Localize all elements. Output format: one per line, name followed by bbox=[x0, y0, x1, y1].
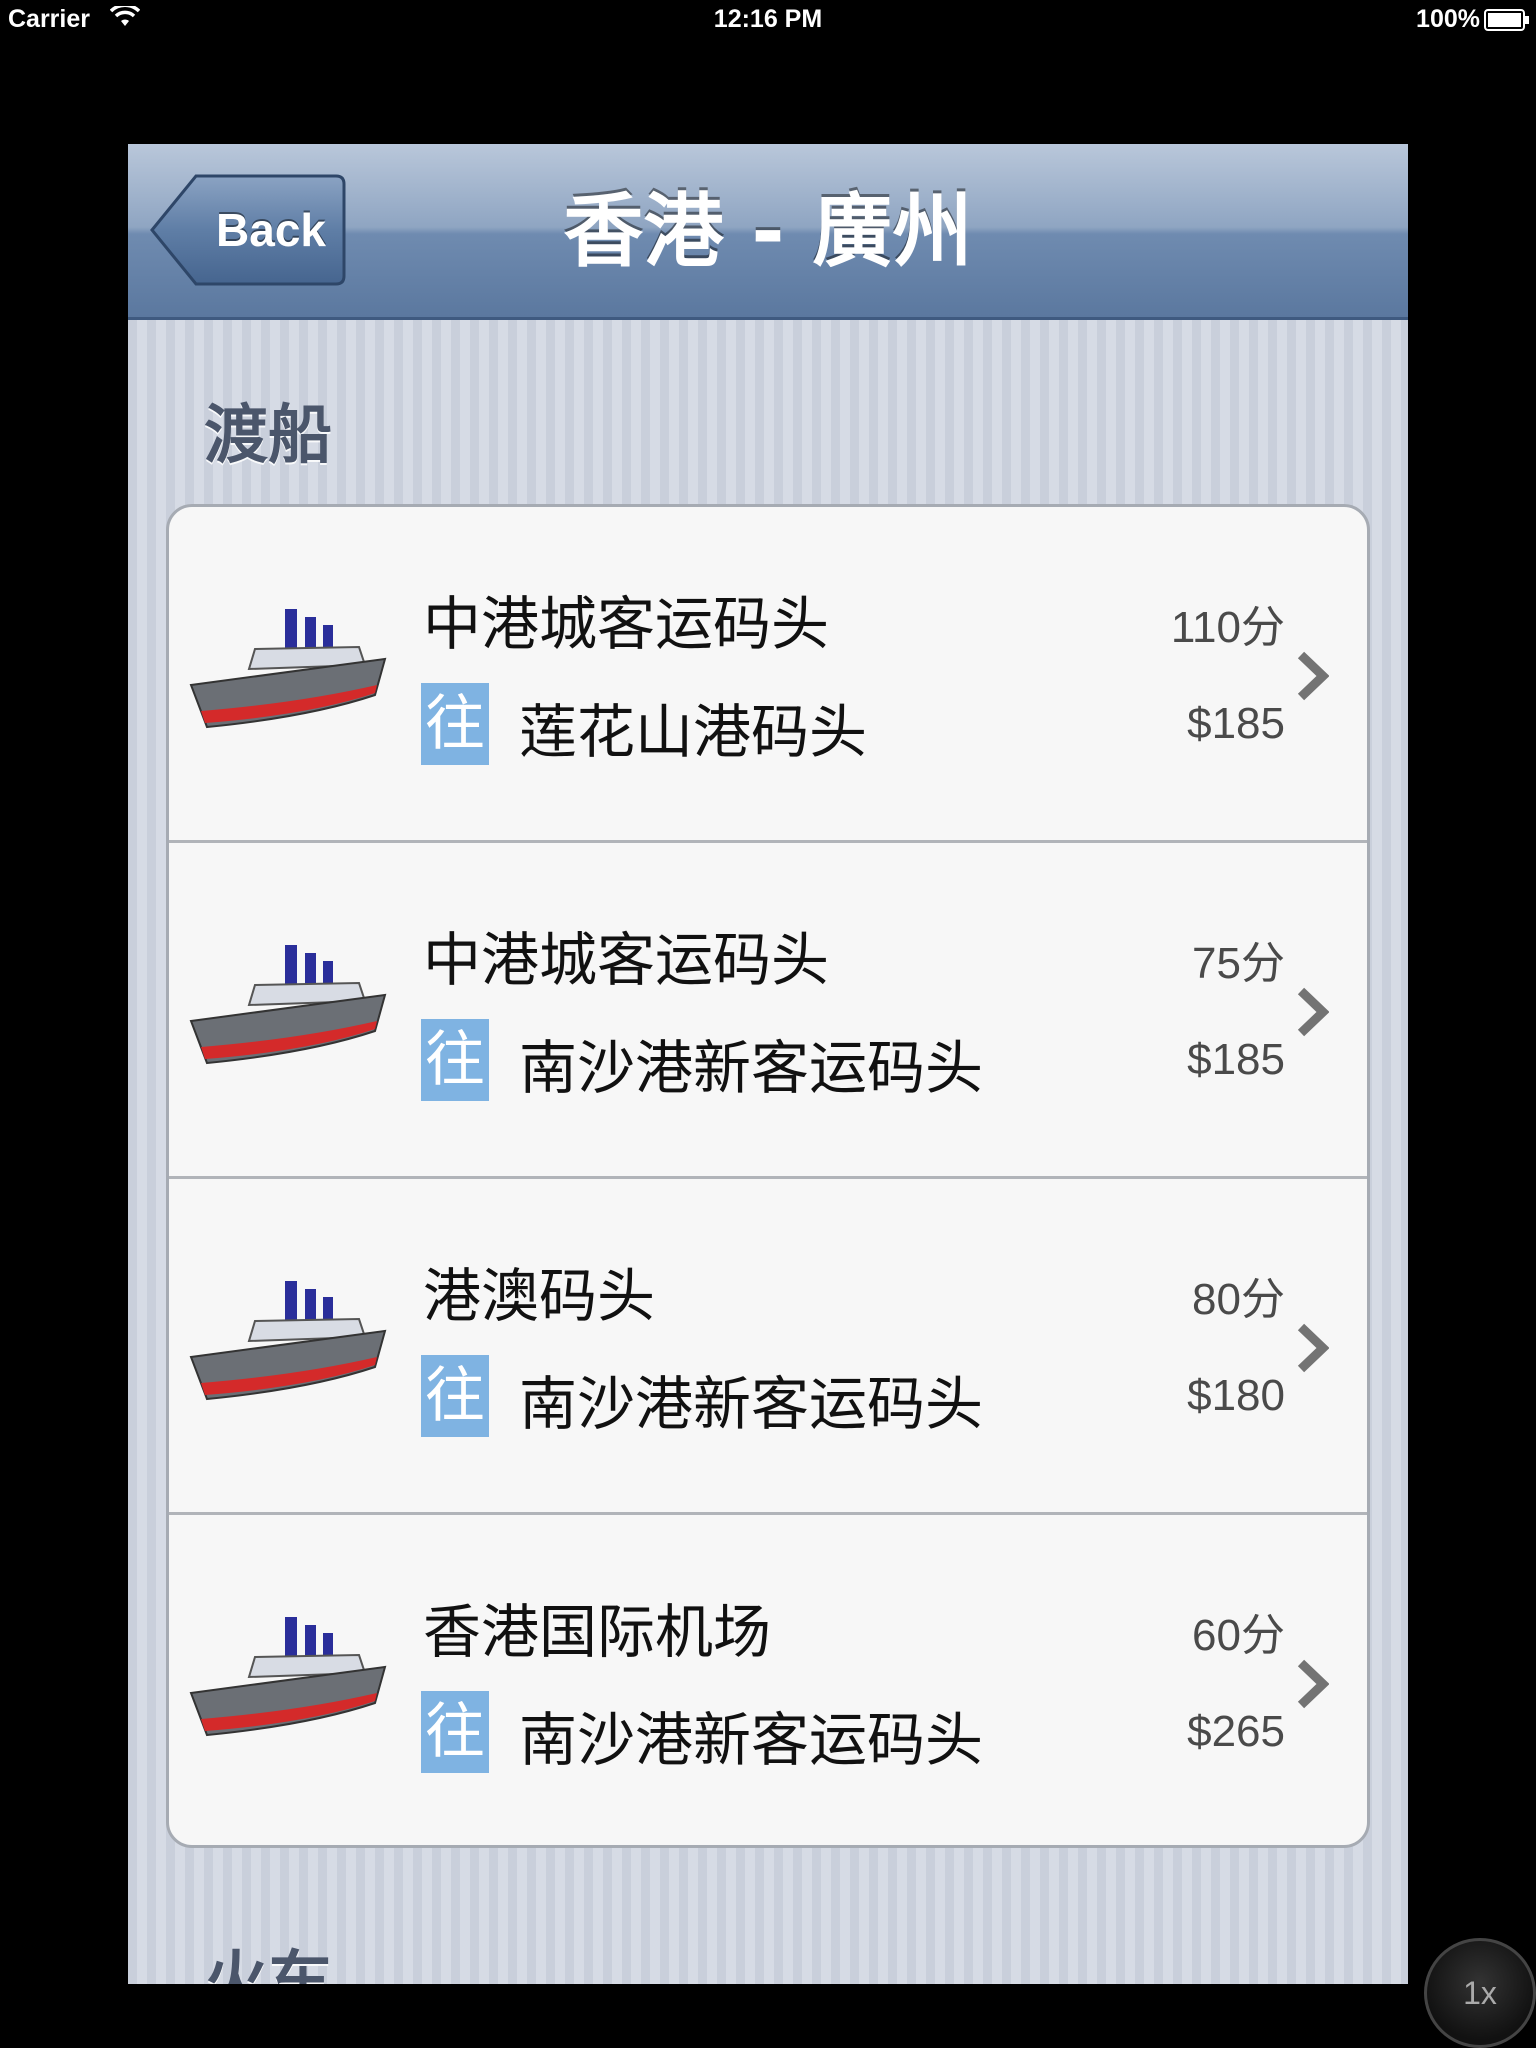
back-button[interactable]: Back bbox=[148, 172, 348, 288]
arrival-terminal: 南沙港新客运码头 bbox=[519, 1370, 984, 1438]
route-row[interactable]: 香港国际机场 往 南沙港新客运码头 60分 $265 bbox=[169, 1515, 1367, 1845]
fare-price: $265 bbox=[1187, 1707, 1285, 1756]
fare-price: $180 bbox=[1187, 1371, 1285, 1420]
zoom-toggle-button[interactable]: 1x bbox=[1424, 1938, 1536, 2048]
chevron-right-icon bbox=[1295, 1659, 1330, 1713]
chevron-right-icon bbox=[1295, 1323, 1330, 1377]
to-badge: 往 bbox=[421, 1691, 489, 1773]
departure-terminal: 中港城客运码头 bbox=[423, 590, 830, 658]
departure-terminal: 港澳码头 bbox=[423, 1262, 656, 1330]
chevron-right-icon bbox=[1295, 987, 1330, 1041]
fare-price: $185 bbox=[1187, 1035, 1285, 1084]
departure-terminal: 中港城客运码头 bbox=[423, 926, 830, 994]
trip-duration: 60分 bbox=[1192, 1611, 1285, 1660]
route-row[interactable]: 中港城客运码头 往 南沙港新客运码头 75分 $185 bbox=[169, 843, 1367, 1179]
ferry-route-list: 中港城客运码头 往 莲花山港码头 110分 $185 中港城客运码头 往 南沙港… bbox=[166, 504, 1370, 1848]
ship-icon bbox=[189, 1607, 389, 1747]
departure-terminal: 香港国际机场 bbox=[423, 1598, 772, 1666]
clock: 12:16 PM bbox=[713, 5, 823, 33]
chevron-right-icon bbox=[1295, 651, 1330, 705]
section-header-train: 火车 bbox=[204, 1945, 332, 1984]
trip-duration: 110分 bbox=[1170, 603, 1285, 652]
to-badge: 往 bbox=[421, 1355, 489, 1437]
trip-duration: 75分 bbox=[1192, 939, 1285, 988]
battery-icon bbox=[1484, 9, 1530, 38]
arrival-terminal: 南沙港新客运码头 bbox=[519, 1034, 984, 1102]
battery-percentage: 100% bbox=[1416, 5, 1480, 33]
route-row[interactable]: 港澳码头 往 南沙港新客运码头 80分 $180 bbox=[169, 1179, 1367, 1515]
arrival-terminal: 南沙港新客运码头 bbox=[519, 1706, 984, 1774]
back-label: Back bbox=[216, 204, 326, 256]
ship-icon bbox=[189, 599, 389, 739]
trip-duration: 80分 bbox=[1192, 1275, 1285, 1324]
ship-icon bbox=[189, 935, 389, 1075]
section-header-ferry: 渡船 bbox=[204, 399, 332, 473]
status-bar: Carrier 12:16 PM 100% bbox=[0, 0, 1536, 40]
arrival-terminal: 莲花山港码头 bbox=[519, 698, 868, 766]
to-badge: 往 bbox=[421, 683, 489, 765]
app-screen: Back 香港 - 廣州 渡船 中港城客运码头 往 莲花山港码头 110分 $1… bbox=[128, 144, 1408, 1984]
navigation-bar: Back 香港 - 廣州 bbox=[128, 144, 1408, 320]
ship-icon bbox=[189, 1271, 389, 1411]
to-badge: 往 bbox=[421, 1019, 489, 1101]
fare-price: $185 bbox=[1187, 699, 1285, 748]
route-row[interactable]: 中港城客运码头 往 莲花山港码头 110分 $185 bbox=[169, 507, 1367, 843]
page-title: 香港 - 廣州 bbox=[563, 185, 973, 278]
